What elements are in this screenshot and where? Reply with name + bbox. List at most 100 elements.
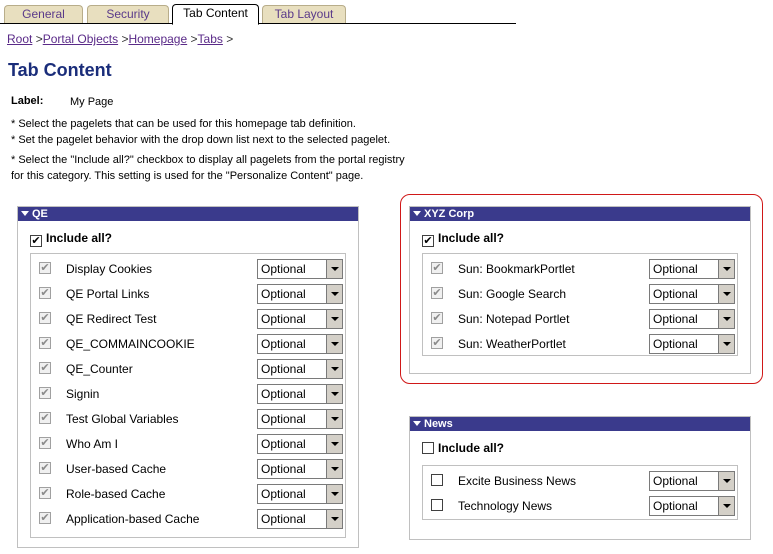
dropdown-arrow-icon[interactable]: [326, 360, 342, 378]
dropdown-arrow-icon[interactable]: [326, 310, 342, 328]
breadcrumb-tabs[interactable]: Tabs: [198, 32, 223, 46]
behavior-dropdown[interactable]: Optional: [257, 409, 343, 429]
behavior-dropdown[interactable]: Optional: [257, 459, 343, 479]
dropdown-arrow-icon[interactable]: [718, 260, 734, 278]
behavior-dropdown[interactable]: Optional: [649, 309, 735, 329]
include-all-label: Include all?: [438, 231, 505, 245]
pagelet-label: Test Global Variables: [66, 412, 179, 426]
pagelet-checkbox[interactable]: [431, 474, 443, 486]
pagelet-label: Excite Business News: [458, 474, 577, 488]
behavior-dropdown[interactable]: Optional: [257, 334, 343, 354]
behavior-dropdown-value: Optional: [653, 474, 698, 488]
dropdown-arrow-icon[interactable]: [326, 335, 342, 353]
behavior-dropdown[interactable]: Optional: [257, 284, 343, 304]
instruction-line: * Select the "Include all?" checkbox to …: [11, 154, 405, 166]
label-value: My Page: [70, 96, 114, 108]
behavior-dropdown-value: Optional: [261, 512, 306, 526]
breadcrumb-separator: >: [226, 32, 234, 46]
group-header-news[interactable]: News: [410, 417, 750, 431]
include-all-label: Include all?: [438, 441, 505, 455]
pagelet-label: Signin: [66, 387, 100, 401]
collapse-triangle-icon: [413, 421, 421, 426]
group-title: QE: [32, 208, 48, 220]
pagelet-label: QE_COMMAINCOOKIE: [66, 337, 195, 351]
collapse-triangle-icon: [21, 211, 29, 216]
include-all-checkbox[interactable]: ✔: [30, 235, 42, 247]
label-key: Label:: [11, 95, 44, 107]
behavior-dropdown[interactable]: Optional: [257, 484, 343, 504]
behavior-dropdown[interactable]: Optional: [649, 334, 735, 354]
pagelet-label: Who Am I: [66, 437, 119, 451]
include-all-qe[interactable]: ✔ Include all?: [30, 231, 112, 247]
behavior-dropdown[interactable]: Optional: [257, 309, 343, 329]
include-all-checkbox[interactable]: [422, 442, 434, 454]
include-all-news[interactable]: Include all?: [422, 441, 504, 455]
pagelet-row: ✔ Who Am I Optional: [39, 434, 343, 454]
collapse-triangle-icon: [413, 211, 421, 216]
pagelet-label: QE_Counter: [66, 362, 133, 376]
dropdown-arrow-icon[interactable]: [718, 310, 734, 328]
dropdown-arrow-icon[interactable]: [326, 460, 342, 478]
behavior-dropdown[interactable]: Optional: [257, 259, 343, 279]
tab-tab-layout[interactable]: Tab Layout: [262, 5, 346, 23]
pagelet-list-news: Excite Business News Optional Technology N…: [422, 465, 738, 520]
pagelet-label: Sun: WeatherPortlet: [458, 337, 566, 351]
pagelet-row: ✔ Test Global Variables Optional: [39, 409, 343, 429]
group-header-qe[interactable]: QE: [18, 207, 358, 221]
behavior-dropdown[interactable]: Optional: [257, 359, 343, 379]
tab-tab-content[interactable]: Tab Content: [172, 4, 259, 25]
behavior-dropdown-value: Optional: [261, 412, 306, 426]
pagelet-list-qe: ✔ Display Cookies Optional ✔ QE Portal Links…: [30, 253, 346, 538]
dropdown-arrow-icon[interactable]: [326, 385, 342, 403]
pagelet-row: Excite Business News Optional: [431, 471, 735, 491]
pagelet-row: ✔ Signin Optional: [39, 384, 343, 404]
dropdown-arrow-icon[interactable]: [326, 485, 342, 503]
dropdown-arrow-icon[interactable]: [718, 335, 734, 353]
behavior-dropdown[interactable]: Optional: [649, 284, 735, 304]
dropdown-arrow-icon[interactable]: [718, 497, 734, 515]
behavior-dropdown[interactable]: Optional: [257, 434, 343, 454]
dropdown-arrow-icon[interactable]: [718, 472, 734, 490]
pagelet-label: QE Portal Links: [66, 287, 150, 301]
group-qe: QE ✔ Include all? ✔ Display Cookies Optiona…: [17, 206, 359, 548]
behavior-dropdown[interactable]: Optional: [649, 471, 735, 491]
pagelet-row: ✔ Display Cookies Optional: [39, 259, 343, 279]
include-all-xyz[interactable]: ✔ Include all?: [422, 231, 504, 247]
pagelet-checkbox: ✔: [39, 462, 51, 474]
instruction-line: for this category. This setting is used …: [11, 170, 364, 182]
breadcrumb-portal-objects[interactable]: Portal Objects: [43, 32, 118, 46]
pagelet-checkbox[interactable]: [431, 499, 443, 511]
tab-security[interactable]: Security: [87, 5, 169, 23]
pagelet-checkbox: ✔: [39, 362, 51, 374]
tab-general[interactable]: General: [4, 5, 83, 23]
pagelet-label: Role-based Cache: [66, 487, 166, 501]
dropdown-arrow-icon[interactable]: [326, 260, 342, 278]
behavior-dropdown[interactable]: Optional: [649, 496, 735, 516]
pagelet-checkbox: ✔: [431, 312, 443, 324]
dropdown-arrow-icon[interactable]: [718, 285, 734, 303]
dropdown-arrow-icon[interactable]: [326, 435, 342, 453]
behavior-dropdown-value: Optional: [261, 437, 306, 451]
dropdown-arrow-icon[interactable]: [326, 410, 342, 428]
behavior-dropdown[interactable]: Optional: [257, 384, 343, 404]
dropdown-arrow-icon[interactable]: [326, 285, 342, 303]
page-title: Tab Content: [8, 60, 112, 80]
breadcrumb-root[interactable]: Root: [7, 32, 32, 46]
behavior-dropdown-value: Optional: [653, 287, 698, 301]
instruction-line: * Set the pagelet behavior with the drop…: [11, 134, 391, 146]
instruction-line: * Select the pagelets that can be used f…: [11, 118, 356, 130]
pagelet-row: ✔ User-based Cache Optional: [39, 459, 343, 479]
pagelet-row: ✔ Sun: WeatherPortlet Optional: [431, 334, 735, 354]
dropdown-arrow-icon[interactable]: [326, 510, 342, 528]
behavior-dropdown-value: Optional: [261, 287, 306, 301]
breadcrumb-homepage[interactable]: Homepage: [128, 32, 187, 46]
group-news: News Include all? Excite Business News Op…: [409, 416, 751, 540]
group-title: News: [424, 418, 453, 430]
pagelet-label: Technology News: [458, 499, 553, 513]
behavior-dropdown[interactable]: Optional: [649, 259, 735, 279]
behavior-dropdown[interactable]: Optional: [257, 509, 343, 529]
pagelet-checkbox: ✔: [431, 337, 443, 349]
include-all-checkbox[interactable]: ✔: [422, 235, 434, 247]
pagelet-row: ✔ QE_COMMAINCOOKIE Optional: [39, 334, 343, 354]
group-header-xyz-corp[interactable]: XYZ Corp: [410, 207, 750, 221]
